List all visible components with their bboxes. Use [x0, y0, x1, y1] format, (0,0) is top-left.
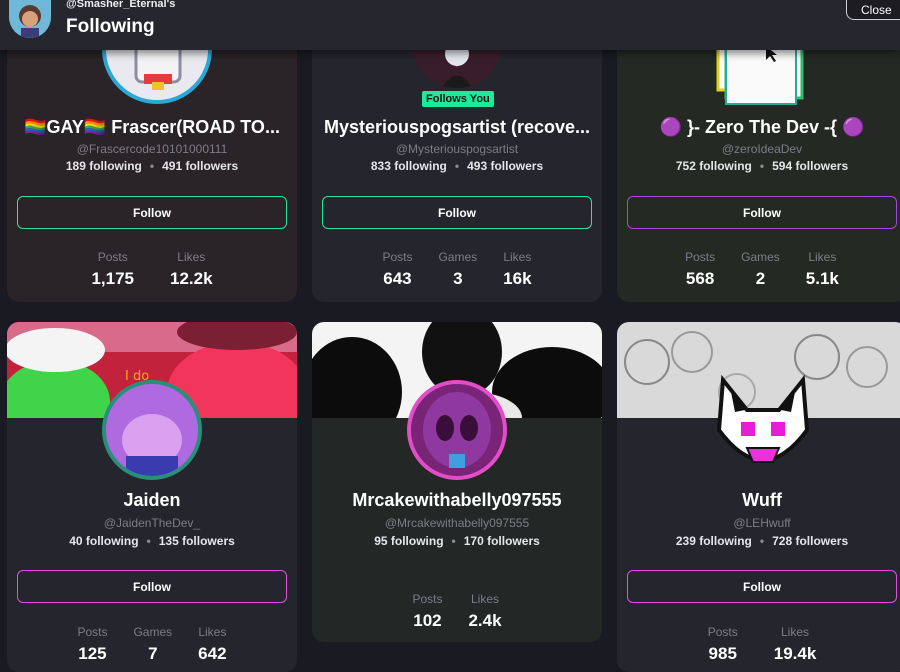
stat-likes: Likes 5.1k [805, 250, 839, 288]
follow-button[interactable]: Follow [322, 196, 592, 229]
stat-posts: Posts 102 [412, 592, 443, 630]
followers-count[interactable]: 728 followers [772, 534, 848, 548]
stat-likes: Likes 16k [503, 250, 532, 288]
stat-likes: Likes 12.2k [170, 250, 213, 288]
user-stats: Posts 102 Likes 2.4k [312, 592, 602, 631]
follow-counts: 95 following • 170 followers [312, 534, 602, 548]
follow-button[interactable]: Follow [627, 570, 897, 603]
user-card[interactable]: Wuff @LEHwuff 239 following • 728 follower… [617, 322, 900, 672]
follow-counts: 752 following • 594 followers [617, 159, 900, 173]
profile-owner: @Smasher_Eternal's [66, 0, 176, 10]
following-count[interactable]: 95 following [374, 534, 443, 548]
stat-likes: Likes 2.4k [468, 592, 502, 630]
user-avatar [707, 370, 819, 482]
separator-dot: • [451, 534, 456, 548]
user-stats: Posts 125 Games 7 Likes 642 [7, 625, 297, 664]
separator-dot: • [149, 159, 155, 173]
followers-count[interactable]: 493 followers [467, 159, 543, 173]
user-card[interactable]: I do Jaiden @JaidenTheDev_ 40 following •… [7, 322, 297, 672]
user-display-name: 🏳️‍🌈GAY🏳️‍🌈 Frascer(ROAD TO... [24, 117, 280, 137]
following-count[interactable]: 239 following [676, 534, 752, 548]
user-display-name: 🟣 }- Zero The Dev -{ 🟣 [659, 117, 865, 137]
user-display-name: Mysteriouspogsartist (recove... [323, 117, 591, 137]
user-handle: @JaidenTheDev_ [103, 516, 201, 530]
followers-count[interactable]: 491 followers [162, 159, 238, 173]
user-display-name: Mrcakewithabelly097555 [352, 490, 562, 510]
following-count[interactable]: 833 following [371, 159, 447, 173]
follow-counts: 40 following • 135 followers [7, 534, 297, 548]
stat-likes: Likes 19.4k [773, 625, 817, 663]
user-avatar [102, 380, 202, 480]
user-stats: Posts 985 Likes 19.4k [617, 625, 900, 664]
owner-avatar[interactable] [9, 0, 51, 38]
user-card[interactable]: 🏳️‍🌈GAY🏳️‍🌈 Frascer(ROAD TO... @Frascerc… [7, 20, 297, 302]
follow-counts: 189 following • 491 followers [7, 159, 297, 173]
stat-games: Games 7 [133, 625, 173, 663]
user-avatar [407, 380, 507, 480]
page-title: Following [66, 16, 155, 37]
stat-likes: Likes 642 [198, 625, 227, 663]
stat-posts: Posts 985 [707, 625, 738, 663]
user-display-name: Wuff [742, 490, 782, 510]
user-stats: Posts 1,175 Likes 12.2k [7, 250, 297, 289]
follow-button[interactable]: Follow [17, 196, 287, 229]
separator-dot: • [146, 534, 151, 548]
user-handle: @zeroIdeaDev [721, 142, 803, 156]
follows-you-badge: Follows You [422, 91, 494, 107]
user-handle: @LEHwuff [733, 516, 791, 530]
user-handle: @Mysteriouspogsartist [395, 142, 519, 156]
user-card[interactable]: Follows You Mysteriouspogsartist (recove… [312, 20, 602, 302]
stat-posts: Posts 643 [382, 250, 413, 288]
following-count[interactable]: 752 following [676, 159, 752, 173]
user-display-name: Jaiden [123, 490, 181, 510]
user-handle: @Mrcakewithabelly097555 [384, 516, 530, 530]
followers-count[interactable]: 135 followers [159, 534, 235, 548]
close-button[interactable]: Close [846, 0, 900, 20]
user-card[interactable]: 🟣 }- Zero The Dev -{ 🟣 @zeroIdeaDev 752 … [617, 20, 900, 302]
followers-count[interactable]: 594 followers [772, 159, 848, 173]
follow-button[interactable]: Follow [17, 570, 287, 603]
separator-dot: • [454, 159, 460, 173]
following-count[interactable]: 189 following [66, 159, 142, 173]
user-handle: @Frascercode10101000111 [76, 142, 228, 156]
followers-count[interactable]: 170 followers [464, 534, 540, 548]
follow-counts: 239 following • 728 followers [617, 534, 900, 548]
separator-dot: • [759, 159, 765, 173]
stat-games: Games 2 [741, 250, 780, 288]
top-bar: @Smasher_Eternal's Following Close [0, 0, 900, 50]
user-stats: Posts 643 Games 3 Likes 16k [312, 250, 602, 289]
following-count[interactable]: 40 following [69, 534, 138, 548]
user-card[interactable]: Mrcakewithabelly097555 @Mrcakewithabelly… [312, 322, 602, 642]
stat-posts: Posts 1,175 [91, 250, 134, 288]
separator-dot: • [759, 534, 765, 548]
stat-posts: Posts 125 [77, 625, 108, 663]
user-stats: Posts 568 Games 2 Likes 5.1k [617, 250, 900, 289]
stat-posts: Posts 568 [685, 250, 716, 288]
follow-button[interactable]: Follow [627, 196, 897, 229]
stat-games: Games 3 [438, 250, 478, 288]
follow-counts: 833 following • 493 followers [312, 159, 602, 173]
